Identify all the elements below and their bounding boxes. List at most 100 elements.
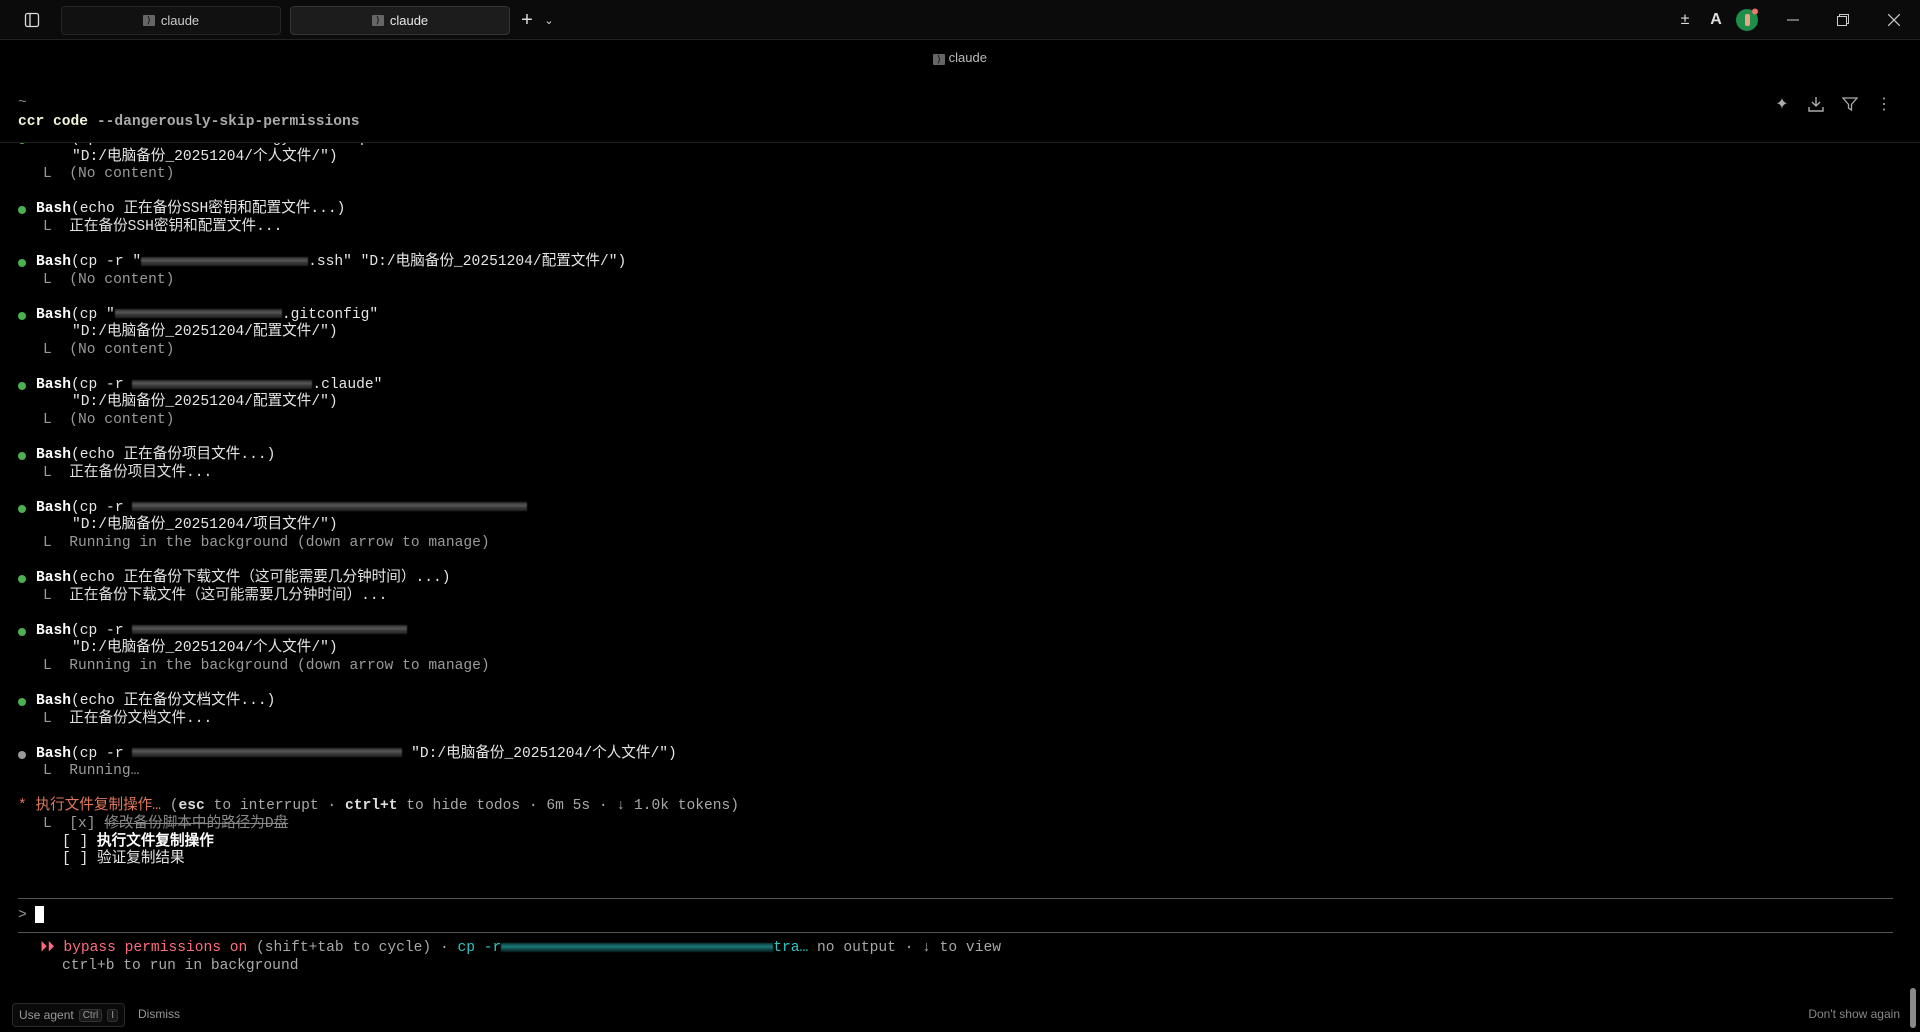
text-cursor bbox=[34, 906, 44, 923]
tool-args: (cp -r bbox=[71, 745, 133, 762]
launch-command: ccr code --dangerously-skip-permissions bbox=[18, 114, 360, 132]
tool-args: (echo 正在备份文档文件...) bbox=[71, 693, 276, 709]
tool-args: (echo 正在备份SSH密钥和配置文件...) bbox=[71, 201, 346, 218]
background-hint: ctrl+b to run in background bbox=[62, 958, 299, 974]
todo-hint: to hide todos · 6m 5s · ↓ 1.0k tokens) bbox=[397, 798, 740, 815]
tool-result: L Running… bbox=[0, 763, 739, 781]
result-branch-icon: L bbox=[43, 218, 70, 235]
redacted-path bbox=[114, 309, 282, 319]
tool-call-line: Bash(echo 正在备份文档文件...) bbox=[0, 693, 739, 711]
todo-checkbox[interactable]: [ ] bbox=[62, 851, 88, 867]
tool-name: Bash bbox=[36, 622, 72, 639]
done-status-dot-icon bbox=[18, 504, 26, 513]
todo-header: * 执行文件复制操作… (esc to interrupt · ctrl+t t… bbox=[0, 798, 739, 816]
redacted-path bbox=[501, 942, 774, 952]
tool-result: L 正在备份下载文件（这可能需要几分钟时间）... bbox=[0, 588, 739, 606]
tool-name: Bash bbox=[36, 745, 72, 762]
tool-name: Bash bbox=[36, 201, 72, 218]
result-text: Running in the background (down arrow to… bbox=[69, 534, 490, 551]
tool-args-continuation: "D:/电脑备份_20251204/配置文件/") bbox=[72, 324, 338, 341]
tool-args: (cp -r " bbox=[71, 253, 142, 270]
tool-result: L 正在备份项目文件... bbox=[0, 465, 739, 483]
prompt-input[interactable]: > bbox=[18, 906, 44, 925]
tab-claude-1[interactable]: ⟩ claude bbox=[61, 6, 281, 35]
done-status-dot-icon bbox=[18, 206, 26, 215]
cycle-hint: (shift+tab to cycle) · bbox=[247, 940, 458, 956]
tool-name: Bash bbox=[36, 306, 72, 323]
tool-args: .ssh" "D:/电脑备份_20251204/配置文件/") bbox=[308, 253, 627, 270]
tool-args-continuation: "D:/电脑备份_20251204/项目文件/") bbox=[72, 517, 338, 534]
download-icon[interactable] bbox=[1806, 94, 1826, 114]
output-hint: no output · ↓ to view bbox=[808, 940, 1001, 956]
tool-name: Bash bbox=[36, 693, 72, 709]
tool-call-line: Bash(cp -r "D:/电脑备份_20251204/个人文件/") bbox=[0, 746, 739, 764]
prompt-symbol: > bbox=[18, 907, 27, 924]
result-branch-icon: L bbox=[43, 710, 70, 727]
spinner-icon: * bbox=[18, 798, 36, 815]
tool-call-line: Bash(echo 正在备份下载文件（这可能需要几分钟时间）...) bbox=[0, 570, 739, 588]
avatar[interactable] bbox=[1735, 8, 1759, 32]
todo-label: 执行文件复制操作 bbox=[97, 833, 214, 850]
use-agent-button[interactable]: Use agent Ctrl I bbox=[12, 1003, 126, 1027]
result-branch-icon: L bbox=[43, 341, 70, 358]
esc-key: esc bbox=[178, 798, 205, 815]
redacted-path bbox=[141, 256, 309, 266]
tab-claude-2[interactable]: ⟩ claude bbox=[290, 6, 510, 35]
restore-icon[interactable] bbox=[1831, 8, 1855, 32]
tool-args: (cp -r bbox=[71, 622, 133, 639]
dismiss-button[interactable]: Dismiss bbox=[138, 1007, 180, 1021]
command-args: --dangerously-skip-permissions bbox=[88, 114, 360, 130]
result-text: 正在备份文档文件... bbox=[69, 710, 213, 727]
pane-toolbar: ✦ ⋮ bbox=[1772, 94, 1894, 114]
tab-dropdown-chevron-icon[interactable]: ⌄ bbox=[537, 8, 561, 32]
sidebar-toggle-icon[interactable] bbox=[20, 8, 44, 32]
dont-show-again-button[interactable]: Don't show again bbox=[1808, 1007, 1900, 1021]
sparkle-icon[interactable]: ✦ bbox=[1772, 94, 1792, 114]
tool-name: Bash bbox=[36, 570, 72, 587]
result-branch-icon: L bbox=[43, 587, 70, 604]
more-options-icon[interactable]: ⋮ bbox=[1874, 94, 1894, 114]
todo-label: 验证复制结果 bbox=[97, 851, 185, 868]
result-branch-icon: L bbox=[43, 166, 70, 183]
input-divider-top bbox=[18, 898, 1893, 899]
tool-name: Bash bbox=[36, 253, 72, 270]
status-line: ⏵⏵ bypass permissions on (shift+tab to c… bbox=[40, 940, 1001, 958]
scrollbar[interactable] bbox=[1910, 988, 1916, 1028]
result-text: Running… bbox=[69, 763, 140, 780]
tool-call-line: Bash(cp -r .claude" bbox=[0, 377, 739, 395]
result-text: Running in the background (down arrow to… bbox=[69, 657, 490, 674]
done-status-dot-icon bbox=[18, 258, 26, 267]
cwd-tilde: ~ bbox=[18, 95, 27, 111]
agent-a-icon[interactable]: A bbox=[1704, 8, 1728, 32]
terminal-icon: ⟩ bbox=[933, 54, 946, 65]
tool-result: L (No content) bbox=[0, 342, 739, 360]
todo-checkbox[interactable]: [x] bbox=[69, 816, 95, 832]
tool-call-line: Bash(cp -r bbox=[0, 500, 739, 518]
close-icon[interactable] bbox=[1882, 8, 1906, 32]
minimize-icon[interactable] bbox=[1781, 8, 1805, 32]
pane-title-text: claude bbox=[948, 50, 987, 65]
plus-minus-icon[interactable]: ± bbox=[1673, 8, 1697, 32]
done-status-dot-icon bbox=[18, 143, 26, 144]
tool-result: L (No content) bbox=[0, 272, 739, 290]
terminal-icon: ⟩ bbox=[142, 15, 155, 26]
tool-result: L Running in the background (down arrow … bbox=[0, 535, 739, 553]
filter-icon[interactable] bbox=[1840, 94, 1860, 114]
new-tab-button[interactable]: + bbox=[515, 8, 539, 32]
tool-name: Bash bbox=[36, 143, 71, 147]
done-status-dot-icon bbox=[18, 311, 26, 320]
fast-forward-icon: ⏵⏵ bbox=[40, 940, 64, 956]
tool-args-continuation: "D:/电脑备份_20251204/配置文件/") bbox=[72, 394, 338, 411]
result-branch-icon: L bbox=[43, 412, 70, 428]
todo-checkbox[interactable]: [ ] bbox=[62, 834, 88, 850]
done-status-dot-icon bbox=[18, 381, 26, 390]
result-text: 正在备份下载文件（这可能需要几分钟时间）... bbox=[69, 587, 388, 604]
result-branch-icon: L bbox=[43, 815, 70, 832]
todo-item: [ ] 验证复制结果 bbox=[0, 851, 739, 869]
result-branch-icon: L bbox=[43, 271, 70, 288]
